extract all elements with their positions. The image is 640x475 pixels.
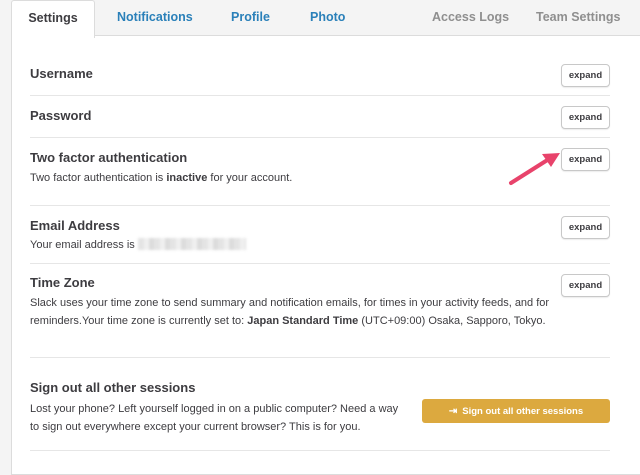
timezone-value: Japan Standard Time xyxy=(247,315,359,327)
tab-photo[interactable]: Photo xyxy=(310,0,345,36)
password-expand-button[interactable]: expand xyxy=(561,106,610,129)
signout-description: Lost your phone? Left yourself logged in… xyxy=(30,403,399,433)
timezone-section: Time Zone Slack uses your time zone to s… xyxy=(30,264,610,358)
email-description: Your email address is xyxy=(30,236,246,254)
tab-profile[interactable]: Profile xyxy=(231,0,270,36)
tab-team-settings[interactable]: Team Settings xyxy=(536,0,621,36)
password-title: Password xyxy=(30,108,92,123)
two-factor-status: inactive xyxy=(166,172,208,184)
username-expand-button[interactable]: expand xyxy=(561,64,610,87)
sign-out-all-sessions-button[interactable]: ⇥ Sign out all other sessions xyxy=(422,399,610,423)
email-expand-button[interactable]: expand xyxy=(561,216,610,239)
settings-panel: Username expand Password expand Two fact… xyxy=(11,35,640,475)
tab-notifications[interactable]: Notifications xyxy=(117,0,193,36)
email-title: Email Address xyxy=(30,218,120,233)
timezone-expand-button[interactable]: expand xyxy=(561,274,610,297)
two-factor-description: Two factor authentication is inactive fo… xyxy=(30,172,293,184)
password-section: Password expand xyxy=(30,96,610,138)
tab-settings[interactable]: Settings xyxy=(11,0,95,38)
two-factor-expand-button[interactable]: expand xyxy=(561,148,610,171)
sign-out-icon: ⇥ xyxy=(448,405,458,417)
username-section: Username expand xyxy=(30,54,610,96)
timezone-title: Time Zone xyxy=(30,275,95,290)
signout-title: Sign out all other sessions xyxy=(30,380,196,395)
username-title: Username xyxy=(30,66,93,81)
signout-section: Sign out all other sessions Lost your ph… xyxy=(30,358,610,451)
email-section: Email Address Your email address is expa… xyxy=(30,206,610,264)
tab-bar: Settings Notifications Profile Photo Acc… xyxy=(0,0,640,38)
two-factor-title: Two factor authentication xyxy=(30,150,188,165)
redacted-email xyxy=(137,238,246,250)
annotation-arrow-icon xyxy=(509,153,560,185)
timezone-description: Slack uses your time zone to send summar… xyxy=(30,297,550,327)
tab-access-logs[interactable]: Access Logs xyxy=(432,0,509,36)
